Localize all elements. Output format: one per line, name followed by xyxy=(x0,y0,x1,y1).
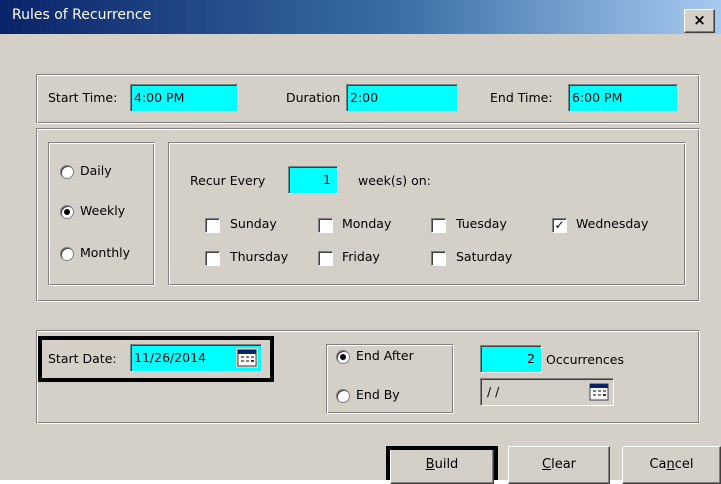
weekly-label[interactable]: Weekly xyxy=(80,203,125,218)
end-by-radio[interactable] xyxy=(336,389,350,403)
recur-every-label: Recur Every xyxy=(190,173,266,188)
clear-mnemonic: C xyxy=(542,457,552,472)
start-date-calendar-icon[interactable] xyxy=(236,348,258,368)
monday-checkbox[interactable] xyxy=(318,218,333,233)
build-mnemonic: B xyxy=(425,457,435,472)
weekly-radio[interactable] xyxy=(60,205,74,219)
duration-label: Duration xyxy=(286,90,341,105)
recur-every-field[interactable]: 1 xyxy=(288,166,338,194)
clear-label-rest: lear xyxy=(551,457,576,472)
sunday-checkbox[interactable] xyxy=(205,218,220,233)
close-button[interactable]: × xyxy=(684,9,715,33)
monday-label[interactable]: Monday xyxy=(342,216,391,231)
occurrences-field[interactable]: 2 xyxy=(480,345,542,373)
recurrence-dialog: Rules of Recurrence × Start Time: 4:00 P… xyxy=(0,0,721,484)
cancel-button[interactable]: Cancel xyxy=(622,446,721,484)
start-date-label: Start Date: xyxy=(48,351,117,366)
cancel-mnemonic: n xyxy=(666,457,675,472)
start-time-label: Start Time: xyxy=(48,90,118,105)
title-bar[interactable]: Rules of Recurrence × xyxy=(0,0,721,34)
sunday-label[interactable]: Sunday xyxy=(230,216,277,231)
start-time-field[interactable]: 4:00 PM xyxy=(130,84,238,112)
clear-button[interactable]: Clear xyxy=(508,446,610,484)
thursday-checkbox[interactable] xyxy=(205,251,220,266)
end-time-field[interactable]: 6:00 PM xyxy=(568,84,678,112)
saturday-checkbox[interactable] xyxy=(431,251,446,266)
cancel-label-pre: Ca xyxy=(649,457,667,472)
thursday-label[interactable]: Thursday xyxy=(230,249,288,264)
duration-field[interactable]: 2:00 xyxy=(346,84,458,112)
friday-label[interactable]: Friday xyxy=(342,249,380,264)
monthly-radio[interactable] xyxy=(60,247,74,261)
dialog-title: Rules of Recurrence xyxy=(12,7,152,23)
end-after-label[interactable]: End After xyxy=(356,348,414,363)
build-label-rest: uild xyxy=(434,457,459,472)
wednesday-label[interactable]: Wednesday xyxy=(576,216,648,231)
tuesday-checkbox[interactable] xyxy=(431,218,446,233)
end-time-label: End Time: xyxy=(490,90,553,105)
saturday-label[interactable]: Saturday xyxy=(456,249,512,264)
wednesday-checkbox[interactable]: ✓ xyxy=(552,218,567,233)
tuesday-label[interactable]: Tuesday xyxy=(456,216,507,231)
occurrences-label: Occurrences xyxy=(546,352,624,367)
recur-group xyxy=(168,142,686,286)
build-button[interactable]: Build xyxy=(390,446,494,484)
monthly-label[interactable]: Monthly xyxy=(80,245,130,260)
end-after-radio[interactable] xyxy=(336,350,350,364)
recur-suffix-label: week(s) on: xyxy=(358,173,431,188)
end-by-label[interactable]: End By xyxy=(356,387,400,402)
daily-radio[interactable] xyxy=(60,165,74,179)
cancel-label-post: cel xyxy=(674,457,694,472)
friday-checkbox[interactable] xyxy=(318,251,333,266)
end-by-calendar-icon[interactable] xyxy=(588,382,610,402)
daily-label[interactable]: Daily xyxy=(80,163,112,178)
